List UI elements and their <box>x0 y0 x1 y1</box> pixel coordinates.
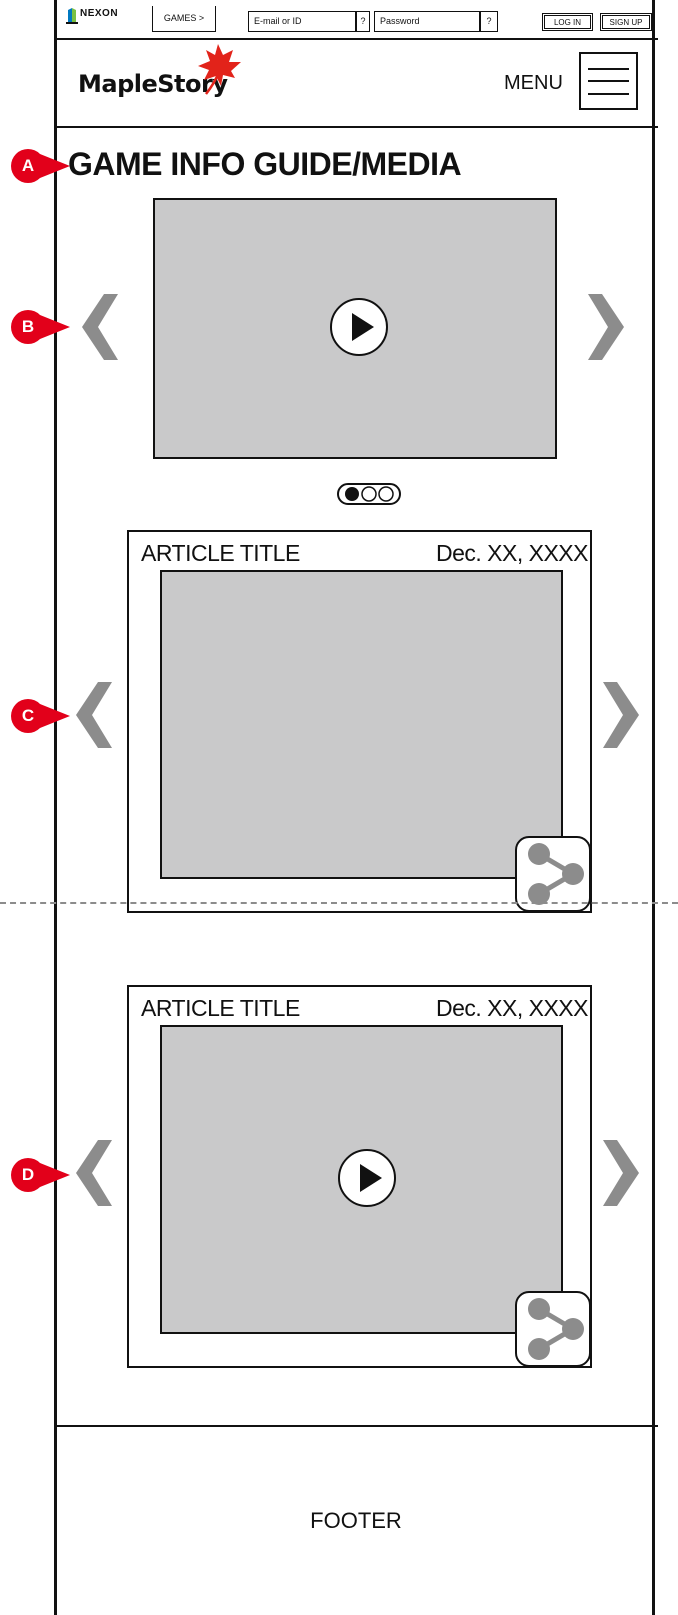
maple-leaf-icon <box>198 44 241 95</box>
carousel-pagination[interactable] <box>337 483 401 505</box>
games-menu[interactable]: GAMES > <box>152 6 216 32</box>
share-button[interactable] <box>515 836 591 912</box>
article-title: ARTICLE TITLE <box>141 540 300 566</box>
header-divider <box>54 126 658 128</box>
featured-video[interactable] <box>153 198 557 459</box>
hamburger-menu-icon[interactable] <box>579 52 638 110</box>
annotation-marker-d: D <box>6 1156 70 1192</box>
share-button[interactable] <box>515 1291 591 1367</box>
marker-c-label: C <box>21 706 35 725</box>
share-icon <box>528 1298 584 1360</box>
article-title: ARTICLE TITLE <box>141 995 300 1021</box>
play-button-icon[interactable] <box>338 1149 396 1207</box>
article-card[interactable]: ARTICLE TITLE Dec. XX, XXXX <box>127 530 592 913</box>
annotation-marker-b: B <box>6 308 70 344</box>
video-article-card[interactable]: ARTICLE TITLE Dec. XX, XXXX <box>127 985 592 1368</box>
article-video[interactable] <box>160 1025 563 1334</box>
nexon-logo-text: NEXON <box>80 8 119 19</box>
carousel-next-arrow[interactable] <box>588 294 624 360</box>
maplestory-logo[interactable]: MapleStory <box>78 40 248 104</box>
signup-button-label: SIGN UP <box>609 17 643 27</box>
password-placeholder: Password <box>380 16 420 26</box>
article-image[interactable] <box>160 570 563 879</box>
marker-b-label: B <box>21 317 35 336</box>
video-article-prev-arrow[interactable] <box>76 1140 112 1206</box>
signup-button[interactable]: SIGN UP <box>600 13 652 31</box>
password-help-label: ? <box>486 16 492 26</box>
email-field[interactable]: E-mail or ID <box>248 11 356 32</box>
marker-d-label: D <box>21 1165 35 1184</box>
login-button[interactable]: LOG IN <box>542 13 593 31</box>
footer-label: FOOTER <box>310 1508 402 1533</box>
menu-label[interactable]: MENU <box>504 72 563 95</box>
annotation-marker-a: A <box>6 147 70 183</box>
play-button-icon[interactable] <box>330 298 388 356</box>
article-date: Dec. XX, XXXX <box>435 540 589 566</box>
login-button-label: LOG IN <box>553 17 582 27</box>
share-icon <box>528 843 584 905</box>
games-menu-label: GAMES > <box>163 13 205 23</box>
article-prev-arrow[interactable] <box>76 682 112 748</box>
email-help-button[interactable]: ? <box>356 11 370 32</box>
marker-a-label: A <box>21 156 35 175</box>
nexon-logo[interactable]: NEXON <box>66 8 136 24</box>
nexon-logo-icon <box>66 8 78 24</box>
annotation-marker-c: C <box>6 697 70 733</box>
article-next-arrow[interactable] <box>603 682 639 748</box>
carousel-prev-arrow[interactable] <box>82 294 118 360</box>
password-help-button[interactable]: ? <box>480 11 498 32</box>
video-article-next-arrow[interactable] <box>603 1140 639 1206</box>
fold-line <box>0 902 678 904</box>
email-help-label: ? <box>360 16 366 26</box>
article-date: Dec. XX, XXXX <box>435 995 589 1021</box>
email-placeholder: E-mail or ID <box>254 16 302 26</box>
password-field[interactable]: Password <box>374 11 480 32</box>
page-title: GAME INFO GUIDE/MEDIA <box>68 146 462 182</box>
footer: FOOTER <box>54 1427 658 1615</box>
